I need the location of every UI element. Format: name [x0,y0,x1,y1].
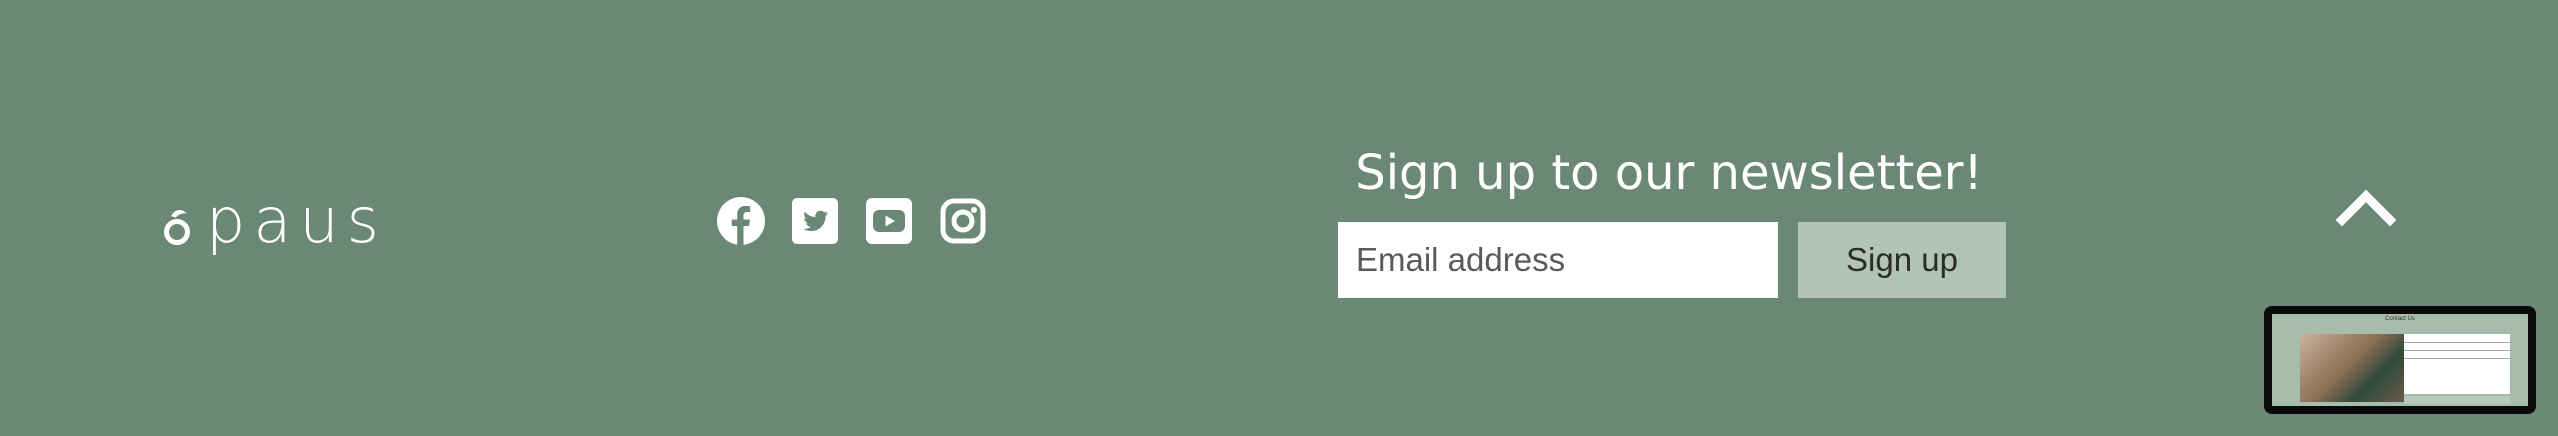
youtube-icon [866,198,912,244]
logo-text: paus [206,184,387,257]
page-preview-thumbnail[interactable]: Contact Us [2264,306,2536,414]
thumbnail-form-line [2404,350,2510,351]
twitter-link[interactable] [790,196,840,246]
instagram-link[interactable] [938,196,988,246]
email-field[interactable] [1338,222,1778,298]
newsletter-title: Sign up to our newsletter! [1355,145,1983,201]
facebook-icon [717,197,765,245]
footer: paus Sign up to our newsletter! Email ad… [0,0,2558,436]
thumbnail-form-line [2404,358,2510,359]
thumbnail-form-line [2404,342,2510,343]
logo-mark-icon [164,219,190,245]
instagram-icon [940,198,986,244]
thumbnail-button [2404,396,2510,404]
thumbnail-canvas: Contact Us [2272,314,2528,406]
twitter-icon [792,198,838,244]
thumbnail-form [2404,334,2510,394]
scroll-to-top-button[interactable] [2336,182,2396,232]
thumbnail-photo [2300,334,2404,402]
social-links [716,196,988,246]
brand-logo[interactable]: paus [164,190,387,252]
youtube-link[interactable] [864,196,914,246]
thumbnail-title: Contact Us [2385,316,2415,322]
signup-button[interactable]: Sign up [1798,222,2006,298]
chevron-up-icon [2336,189,2396,227]
facebook-link[interactable] [716,196,766,246]
